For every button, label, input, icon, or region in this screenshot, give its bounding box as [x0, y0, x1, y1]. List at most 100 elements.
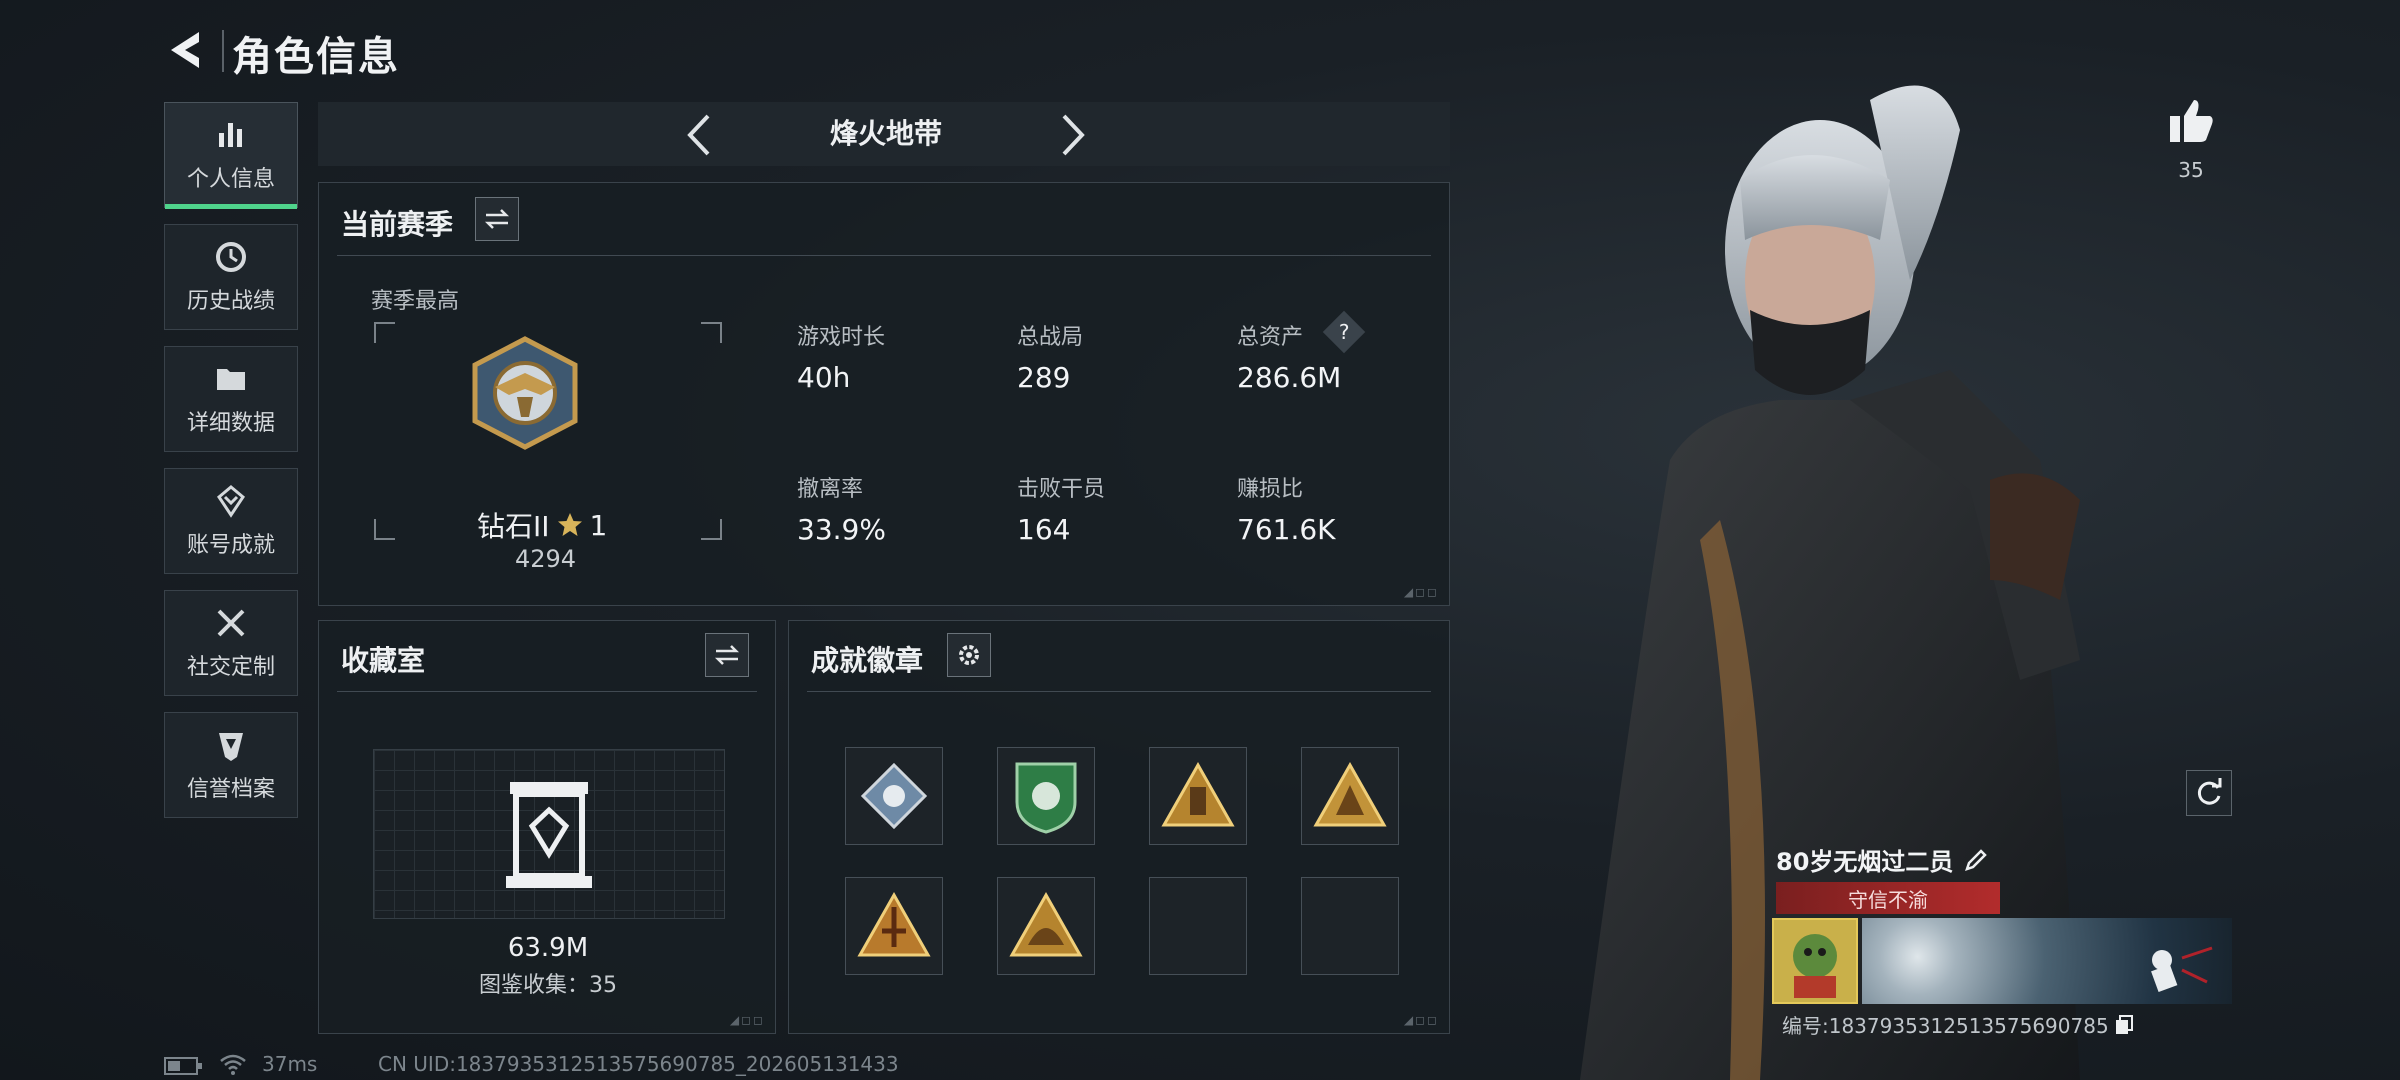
badge-slot-empty[interactable] [1301, 877, 1399, 975]
stat-value: 286.6M [1237, 361, 1342, 394]
copy-icon[interactable] [2115, 1014, 2133, 1035]
sidebar-item-personal-info[interactable]: 个人信息 [164, 102, 298, 209]
stat-label: 游戏时长 [797, 325, 886, 350]
sidebar-item-credit[interactable]: 信誉档案 [164, 712, 298, 818]
player-name-row: 80岁无烟过二员 [1776, 842, 1989, 877]
season-title: 当前赛季 [341, 208, 454, 241]
refresh-button[interactable] [2186, 770, 2232, 816]
stat-value: 761.6K [1237, 513, 1336, 546]
player-banner-image [1862, 918, 2232, 1004]
rank-points: 4294 [515, 545, 577, 573]
sidebar-item-label: 社交定制 [186, 655, 275, 680]
achievements-panel: 成就徽章 ◢◻◻ [788, 620, 1450, 1034]
season-switch-button[interactable] [475, 197, 519, 241]
badge-slot-empty[interactable] [1149, 877, 1247, 975]
achievements-divider [807, 691, 1431, 692]
diamond-rank-emblem-icon [472, 336, 578, 450]
sidebar-item-details[interactable]: 详细数据 [164, 346, 298, 452]
header-separator [222, 30, 224, 72]
astronaut-icon [2151, 946, 2213, 993]
gear-icon [959, 645, 979, 665]
sidebar-item-label: 账号成就 [186, 533, 275, 558]
gold-triangle-badge-icon [1313, 761, 1387, 827]
stat-value: 40h [797, 361, 851, 394]
corner-decoration: ◢◻◻ [729, 1013, 765, 1027]
rank-line: 钻石II 1 [477, 505, 607, 545]
medal-icon [217, 485, 245, 518]
corner-decoration: ◢◻◻ [1403, 1013, 1439, 1027]
sidebar-item-label: 详细数据 [186, 411, 275, 436]
rank-name: 钻石II [477, 510, 550, 543]
player-id-row: 编号:1837935312513575690785 [1782, 1010, 2133, 1039]
player-title: 守信不渝 [1848, 888, 1928, 912]
display-case-icon [506, 782, 592, 888]
badge-slot[interactable] [997, 747, 1095, 845]
battery-icon [164, 1057, 202, 1075]
collection-title: 收藏室 [341, 644, 426, 677]
collection-switch-button[interactable] [705, 633, 749, 677]
collection-count: 图鉴收集：35 [479, 973, 617, 998]
corner-decoration: ◢◻◻ [1403, 585, 1439, 599]
collection-panel: 收藏室 63.9M 图鉴收集：35 ◢◻◻ [318, 620, 776, 1034]
season-divider [337, 255, 1431, 256]
next-mode-chevron-icon[interactable] [1052, 110, 1092, 160]
like-count: 35 [2178, 158, 2204, 182]
green-shield-badge-icon [1015, 762, 1077, 834]
prev-mode-chevron-icon[interactable] [680, 110, 720, 160]
badge-slot[interactable] [845, 877, 943, 975]
back-button[interactable] [160, 22, 210, 78]
wifi-icon [220, 1054, 246, 1075]
stat-label: 总资产 [1237, 325, 1304, 350]
page-title: 角色信息 [232, 34, 400, 80]
swap-icon [714, 645, 740, 665]
clock-icon [216, 242, 246, 272]
swap-icon [484, 209, 510, 229]
avatar[interactable] [1772, 918, 1858, 1004]
stat-label: 总战局 [1017, 325, 1084, 350]
ping-status: 37ms [262, 1052, 318, 1076]
achievements-title: 成就徽章 [811, 644, 924, 677]
help-icon[interactable]: ? [1322, 310, 1366, 354]
stat-label: 赚损比 [1237, 477, 1304, 502]
gold-triangle-badge-icon [1009, 891, 1083, 957]
avatar-icon [1793, 934, 1837, 998]
gold-triangle-badge-icon [857, 891, 931, 957]
sidebar-item-label: 信誉档案 [186, 777, 275, 802]
badge-slot[interactable] [1149, 747, 1247, 845]
sidebar-item-label: 历史战绩 [186, 289, 275, 314]
stats-bar-icon [219, 123, 242, 147]
stat-value: 289 [1017, 361, 1071, 394]
rank-stars: 1 [589, 508, 608, 542]
player-name: 80岁无烟过二员 [1776, 848, 1954, 876]
stat-value: 33.9% [797, 513, 886, 546]
collection-display-case[interactable] [373, 749, 725, 919]
shield-icon [219, 733, 243, 761]
star-icon [557, 513, 582, 536]
stat-value: 164 [1017, 513, 1071, 546]
mode-title: 烽火地带 [829, 117, 942, 150]
sidebar-item-achievements[interactable]: 账号成就 [164, 468, 298, 574]
collection-value: 63.9M [507, 933, 589, 963]
badge-slot[interactable] [1301, 747, 1399, 845]
tools-icon [217, 609, 245, 637]
uid-status: CN UID:1837935312513575690785_2026051314… [378, 1052, 899, 1076]
stat-label: 击败干员 [1017, 477, 1106, 502]
achievements-settings-button[interactable] [947, 633, 991, 677]
badge-slot[interactable] [997, 877, 1095, 975]
sidebar-item-social[interactable]: 社交定制 [164, 590, 298, 696]
season-best-label: 赛季最高 [371, 289, 460, 314]
collection-divider [337, 691, 757, 692]
folder-icon [217, 369, 245, 390]
refresh-icon [2197, 778, 2222, 805]
sidebar-item-history[interactable]: 历史战绩 [164, 224, 298, 330]
stat-label: 撤离率 [797, 477, 864, 502]
gold-triangle-badge-icon [1161, 761, 1235, 827]
player-id: 编号:1837935312513575690785 [1782, 1014, 2109, 1038]
diamond-badge-icon [860, 762, 928, 830]
back-arrow-icon [171, 32, 199, 68]
sidebar-item-label: 个人信息 [186, 167, 275, 192]
thumbs-up-icon[interactable] [2166, 96, 2216, 146]
edit-pencil-icon[interactable] [1963, 847, 1989, 873]
badge-slot[interactable] [845, 747, 943, 845]
season-panel: 当前赛季 赛季最高 钻石II 1 4294 游戏时长 40h 总战局 289 总… [318, 182, 1450, 606]
